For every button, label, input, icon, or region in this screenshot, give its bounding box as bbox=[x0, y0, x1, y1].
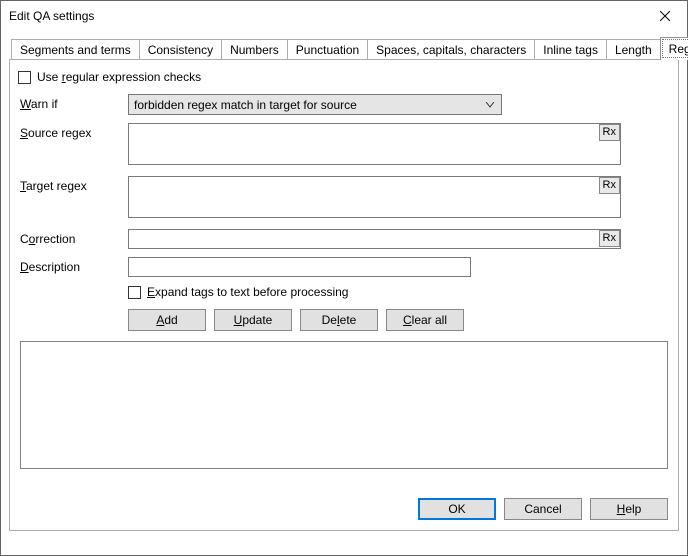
correction-field: Rx bbox=[128, 229, 621, 249]
correction-rx-button[interactable]: Rx bbox=[599, 230, 620, 247]
add-button[interactable]: Add bbox=[128, 309, 206, 331]
cancel-button[interactable]: Cancel bbox=[504, 498, 582, 520]
target-regex-input[interactable] bbox=[128, 176, 621, 218]
source-regex-label: Source regex bbox=[20, 123, 128, 140]
target-regex-field: Rx bbox=[128, 176, 621, 221]
dialog-footer: OK Cancel Help bbox=[418, 498, 668, 520]
regex-list[interactable] bbox=[20, 341, 668, 469]
close-button[interactable] bbox=[642, 1, 687, 31]
description-input[interactable] bbox=[128, 257, 471, 277]
client-area: Segments and terms Consistency Numbers P… bbox=[1, 31, 687, 539]
window-title: Edit QA settings bbox=[9, 9, 94, 23]
tab-inline-tags[interactable]: Inline tags bbox=[534, 39, 607, 60]
tab-length[interactable]: Length bbox=[606, 39, 661, 60]
source-regex-rx-button[interactable]: Rx bbox=[599, 124, 620, 141]
target-regex-rx-button[interactable]: Rx bbox=[599, 177, 620, 194]
tab-regex[interactable]: Regex bbox=[660, 37, 688, 60]
expand-tags-checkbox[interactable] bbox=[128, 286, 141, 299]
source-regex-input[interactable] bbox=[128, 123, 621, 165]
description-label: Description bbox=[20, 257, 128, 274]
correction-label: Correction bbox=[20, 229, 128, 246]
help-button[interactable]: Help bbox=[590, 498, 668, 520]
tab-punctuation[interactable]: Punctuation bbox=[287, 39, 368, 60]
delete-button[interactable]: Delete bbox=[300, 309, 378, 331]
warn-if-combo[interactable]: forbidden regex match in target for sour… bbox=[128, 94, 502, 115]
clear-all-button[interactable]: Clear all bbox=[386, 309, 464, 331]
use-regex-checkbox[interactable] bbox=[18, 71, 31, 84]
close-icon bbox=[660, 11, 670, 21]
tab-panel-regex: Use regular expression checks Warn if fo… bbox=[9, 59, 679, 531]
expand-tags-row: Expand tags to text before processing bbox=[128, 285, 668, 299]
warn-if-row: Warn if forbidden regex match in target … bbox=[20, 94, 668, 115]
use-regex-row: Use regular expression checks bbox=[18, 70, 668, 84]
warn-if-label: Warn if bbox=[20, 94, 128, 111]
tab-consistency[interactable]: Consistency bbox=[139, 39, 222, 60]
correction-row: Correction Rx bbox=[20, 229, 668, 249]
titlebar: Edit QA settings bbox=[1, 1, 687, 31]
update-button[interactable]: Update bbox=[214, 309, 292, 331]
warn-if-value: forbidden regex match in target for sour… bbox=[134, 98, 357, 112]
tabstrip: Segments and terms Consistency Numbers P… bbox=[11, 37, 677, 60]
expand-tags-label: Expand tags to text before processing bbox=[147, 285, 348, 299]
source-regex-row: Source regex Rx bbox=[20, 123, 668, 168]
ok-button[interactable]: OK bbox=[418, 498, 496, 520]
use-regex-label: Use regular expression checks bbox=[37, 70, 201, 84]
regex-button-row: Add Update Delete Clear all bbox=[128, 309, 668, 331]
description-row: Description bbox=[20, 257, 668, 277]
tab-spaces-capitals-characters[interactable]: Spaces, capitals, characters bbox=[367, 39, 535, 60]
target-regex-row: Target regex Rx bbox=[20, 176, 668, 221]
target-regex-label: Target regex bbox=[20, 176, 128, 193]
tab-numbers[interactable]: Numbers bbox=[221, 39, 288, 60]
chevron-down-icon bbox=[486, 102, 494, 108]
source-regex-field: Rx bbox=[128, 123, 621, 168]
tab-segments-and-terms[interactable]: Segments and terms bbox=[11, 39, 140, 60]
warn-if-dropdown-button[interactable] bbox=[482, 96, 498, 113]
correction-input[interactable] bbox=[128, 229, 621, 249]
